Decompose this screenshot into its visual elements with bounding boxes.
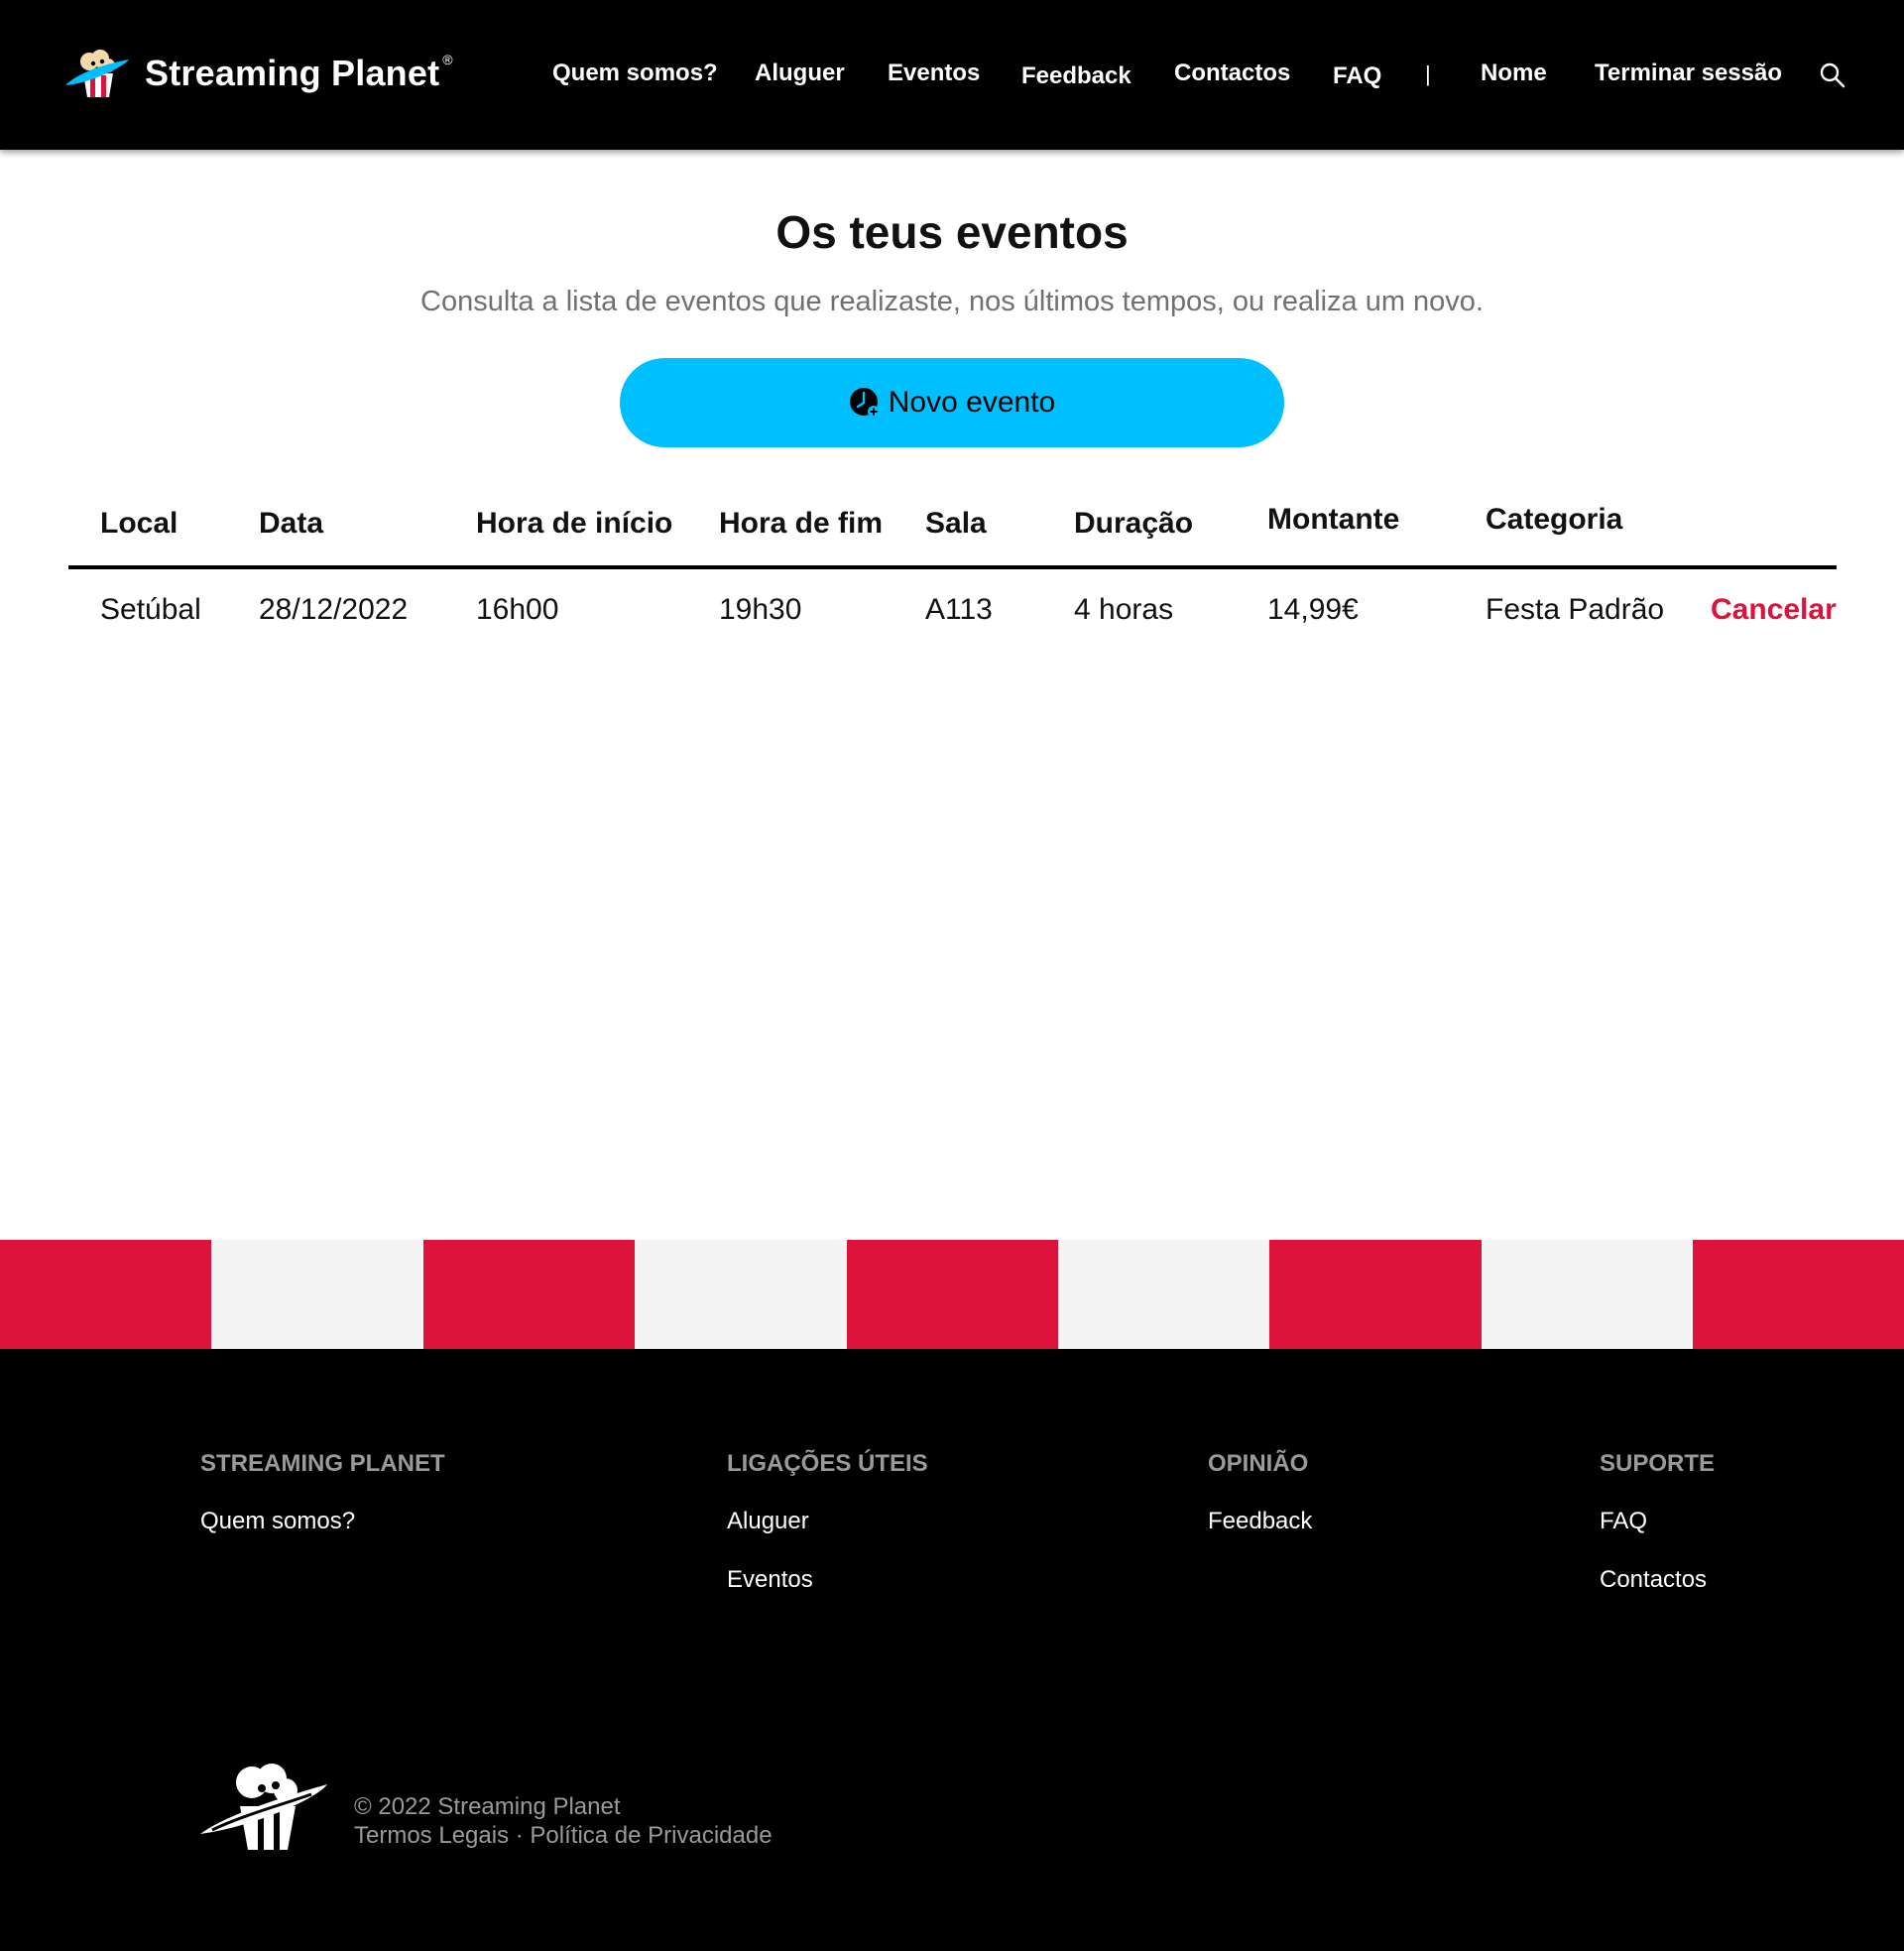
terms-link[interactable]: Termos Legais — [354, 1822, 509, 1849]
new-event-button[interactable]: Novo evento — [620, 358, 1284, 447]
decorative-stripes — [0, 1240, 1904, 1349]
footer-link-faq[interactable]: FAQ — [1600, 1508, 1647, 1535]
stripe-red — [422, 1240, 636, 1349]
clock-plus-icon — [849, 388, 880, 418]
footer-link-events[interactable]: Eventos — [727, 1566, 813, 1594]
privacy-policy-link[interactable]: Política de Privacidade — [530, 1822, 772, 1849]
nav-events[interactable]: Eventos — [888, 60, 980, 87]
footer-heading-streaming-planet: STREAMING PLANET — [200, 1450, 445, 1477]
cell-start-time: 16h00 — [476, 593, 559, 626]
stripe-red — [846, 1240, 1058, 1349]
footer-heading-useful-links: LIGAÇÕES ÚTEIS — [727, 1450, 928, 1477]
footer-link-rent[interactable]: Aluguer — [727, 1508, 809, 1535]
footer-heading-opinion: OPINIÃO — [1208, 1450, 1309, 1477]
stripe-red — [1693, 1240, 1904, 1349]
column-header-category: Categoria — [1486, 503, 1623, 536]
top-nav-bar: Streaming Planet ® Quem somos? Aluguer E… — [0, 0, 1904, 150]
registered-mark: ® — [442, 52, 453, 67]
nav-faq[interactable]: FAQ — [1333, 62, 1381, 90]
stripe-light — [1481, 1240, 1694, 1349]
stripe-light — [1057, 1240, 1270, 1349]
nav-logout[interactable]: Terminar sessão — [1595, 60, 1782, 87]
footer-link-about[interactable]: Quem somos? — [200, 1508, 355, 1535]
cell-category: Festa Padrão — [1486, 593, 1665, 626]
stripe-light — [211, 1240, 423, 1349]
nav-user-name[interactable]: Nome — [1481, 60, 1547, 87]
column-header-duration: Duração — [1074, 507, 1194, 540]
popcorn-planet-logo-icon — [65, 50, 129, 97]
nav-about[interactable]: Quem somos? — [552, 60, 718, 87]
cell-local: Setúbal — [100, 593, 201, 626]
legal-links: Termos Legais · Política de Privacidade — [354, 1822, 773, 1850]
brand-name[interactable]: Streaming Planet — [145, 53, 439, 94]
legal-separator: · — [515, 1822, 524, 1849]
nav-separator: | — [1425, 61, 1431, 86]
page-title: Os teus eventos — [775, 206, 1129, 258]
search-icon[interactable] — [1819, 61, 1846, 89]
new-event-button-label: Novo evento — [888, 386, 1056, 419]
page-subtitle: Consulta a lista de eventos que realizas… — [420, 286, 1484, 317]
copyright-text: © 2022 Streaming Planet — [354, 1793, 621, 1820]
stripe-red — [0, 1240, 212, 1349]
column-header-end-time: Hora de fim — [719, 507, 884, 540]
nav-contacts[interactable]: Contactos — [1174, 60, 1290, 87]
popcorn-planet-logo-icon — [200, 1764, 327, 1850]
column-header-date: Data — [259, 507, 324, 540]
cell-duration: 4 horas — [1074, 593, 1174, 626]
stripe-light — [635, 1240, 847, 1349]
column-header-start-time: Hora de início — [476, 507, 673, 540]
nav-feedback[interactable]: Feedback — [1021, 62, 1131, 90]
column-header-room: Sala — [925, 507, 987, 540]
column-header-amount: Montante — [1267, 503, 1400, 536]
site-footer: STREAMING PLANET Quem somos? LIGAÇÕES ÚT… — [0, 1349, 1904, 1951]
brand[interactable]: Streaming Planet ® — [63, 48, 453, 99]
cell-end-time: 19h30 — [719, 593, 802, 626]
column-header-local: Local — [100, 507, 178, 540]
cell-room: A113 — [925, 593, 993, 626]
cell-amount: 14,99€ — [1267, 593, 1359, 626]
footer-heading-support: SUPORTE — [1600, 1450, 1716, 1477]
cancel-event-link[interactable]: Cancelar — [1711, 593, 1837, 627]
nav-rent[interactable]: Aluguer — [755, 60, 845, 87]
cell-date: 28/12/2022 — [259, 593, 409, 626]
footer-link-feedback[interactable]: Feedback — [1208, 1508, 1312, 1535]
table-header-divider — [68, 565, 1837, 569]
stripe-red — [1269, 1240, 1482, 1349]
footer-link-contacts[interactable]: Contactos — [1600, 1566, 1707, 1594]
